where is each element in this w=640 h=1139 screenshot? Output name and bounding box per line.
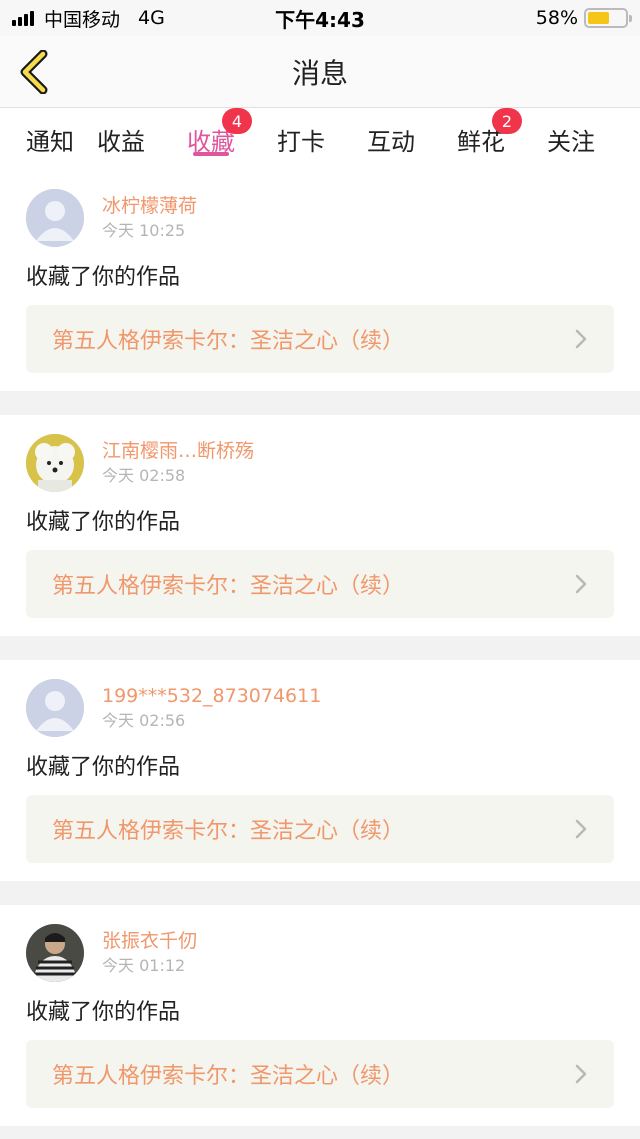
clock: 下午4:43 <box>275 7 365 32</box>
chevron-right-icon <box>575 329 587 349</box>
work-link[interactable]: 第五人格伊索卡尔：圣洁之心（续） <box>26 1040 614 1108</box>
message-card: 冰柠檬薄荷今天 10:25 收藏了你的作品第五人格伊索卡尔：圣洁之心（续） <box>0 170 640 391</box>
back-button[interactable] <box>14 50 54 94</box>
status-right: 58% <box>428 7 632 29</box>
message-feed: 冰柠檬薄荷 今天 10:25 收藏了你的作品 第五人格伊索卡尔：圣洁之心（续） 江南樱雨… <box>0 170 640 1139</box>
unread-badge: 2 <box>492 108 522 134</box>
avatar[interactable] <box>26 434 84 492</box>
timestamp: 今天 02:58 <box>102 466 186 485</box>
battery-fill <box>588 12 609 24</box>
avatar[interactable] <box>26 679 84 737</box>
tab-label: 互动 <box>367 127 415 156</box>
tab-notify[interactable]: 通知 <box>26 108 76 170</box>
user-meta: 张振衣千仞今天 01:12 <box>102 929 197 977</box>
message-card: 江南樱雨…断桥殇今天 02:58 收藏了你的作品第五人格伊索卡尔：圣洁之心（续） <box>0 415 640 636</box>
status-bar: 中国移动 4G 下午4:43 58% <box>0 0 640 36</box>
avatar[interactable] <box>26 924 84 982</box>
work-title: 第五人格伊索卡尔：圣洁之心（续） <box>52 574 405 599</box>
work-link[interactable]: 第五人格伊索卡尔：圣洁之心（续） <box>26 550 614 618</box>
action-text: 收藏了你的作品 <box>26 265 181 290</box>
action-text: 收藏了你的作品 <box>26 755 181 780</box>
battery-icon <box>584 8 632 28</box>
tab-label: 收益 <box>97 127 145 156</box>
user-meta: 冰柠檬薄荷今天 10:25 <box>102 194 197 242</box>
tab-label: 打卡 <box>277 127 325 156</box>
chevron-left-icon <box>20 50 48 94</box>
username[interactable]: 江南樱雨…断桥殇 <box>102 439 254 463</box>
chevron-right-icon <box>575 1064 587 1084</box>
card-header: 冰柠檬薄荷今天 10:25 <box>26 188 614 248</box>
tab-favorites[interactable]: 收藏 4 <box>166 108 256 170</box>
nav-bar: 消息 <box>0 36 640 108</box>
card-header: 199***532_873074611 今天 02:56 <box>26 678 614 738</box>
timestamp: 今天 02:56 <box>102 711 186 730</box>
network-label: 4G <box>138 7 165 29</box>
work-link[interactable]: 第五人格伊索卡尔：圣洁之心（续） <box>26 305 614 373</box>
message-card: 199***532_873074611 今天 02:56 收藏了你的作品第五人格伊索… <box>0 660 640 881</box>
card-header: 张振衣千仞今天 01:12 <box>26 923 614 983</box>
work-title: 第五人格伊索卡尔：圣洁之心（续） <box>52 329 405 354</box>
tab-bar: 通知 收益 收藏 4 打卡 互动 鲜花 2 关注 <box>0 108 640 170</box>
tab-earnings[interactable]: 收益 <box>76 108 166 170</box>
user-meta: 江南樱雨…断桥殇今天 02:58 <box>102 439 254 487</box>
timestamp: 今天 10:25 <box>102 221 186 240</box>
username[interactable]: 冰柠檬薄荷 <box>102 194 197 218</box>
tab-checkin[interactable]: 打卡 <box>256 108 346 170</box>
username[interactable]: 199***532_873074611 <box>102 684 321 708</box>
chevron-right-icon <box>575 574 587 594</box>
tab-interaction[interactable]: 互动 <box>346 108 436 170</box>
work-title: 第五人格伊索卡尔：圣洁之心（续） <box>52 1064 405 1089</box>
username[interactable]: 张振衣千仞 <box>102 929 197 953</box>
signal-icon <box>12 10 34 26</box>
work-title: 第五人格伊索卡尔：圣洁之心（续） <box>52 819 405 844</box>
tab-label: 关注 <box>547 127 595 156</box>
unread-badge: 4 <box>222 108 252 134</box>
status-left: 中国移动 4G <box>12 5 212 32</box>
page-title: 消息 <box>291 56 348 90</box>
action-text: 收藏了你的作品 <box>26 1000 181 1025</box>
chevron-right-icon <box>575 819 587 839</box>
avatar[interactable] <box>26 189 84 247</box>
tab-follow[interactable]: 关注 <box>526 108 616 170</box>
action-text: 收藏了你的作品 <box>26 510 181 535</box>
battery-percent: 58% <box>535 7 578 29</box>
work-link[interactable]: 第五人格伊索卡尔：圣洁之心（续） <box>26 795 614 863</box>
card-header: 江南樱雨…断桥殇今天 02:58 <box>26 433 614 493</box>
message-card: 张振衣千仞今天 01:12 收藏了你的作品第五人格伊索卡尔：圣洁之心（续） <box>0 905 640 1126</box>
timestamp: 今天 01:12 <box>102 956 186 975</box>
carrier-label: 中国移动 <box>44 8 121 31</box>
tab-flowers[interactable]: 鲜花 2 <box>436 108 526 170</box>
tab-label: 通知 <box>26 127 74 156</box>
user-meta: 199***532_873074611 今天 02:56 <box>102 684 321 732</box>
